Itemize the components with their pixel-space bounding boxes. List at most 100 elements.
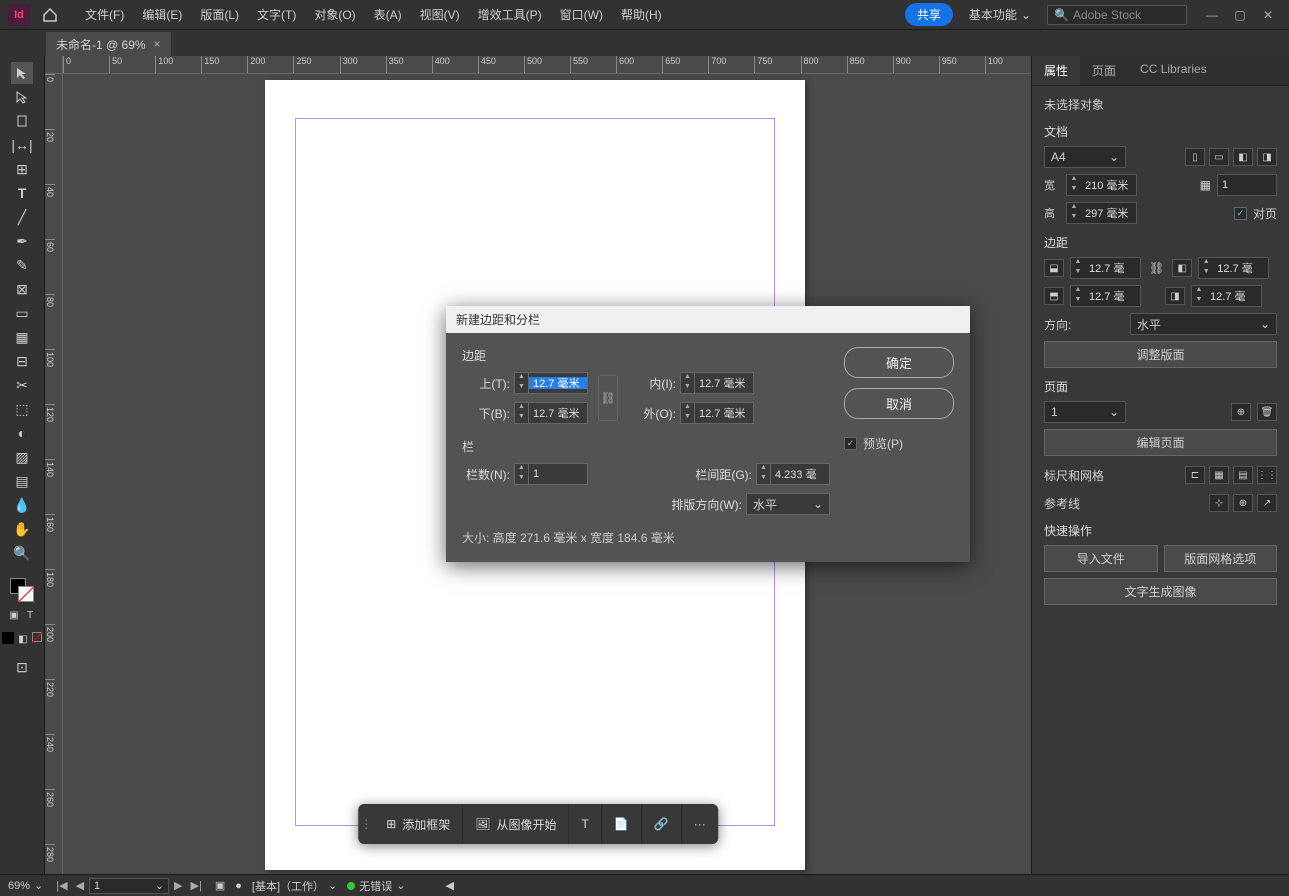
layer-indicator[interactable]: [基本]（工作）⌄	[252, 878, 337, 894]
menu-object[interactable]: 对象(O)	[305, 6, 364, 23]
gradient-swatch-tool[interactable]: ◐	[11, 422, 33, 444]
maximize-button[interactable]: ▢	[1231, 8, 1249, 22]
prev-page-button[interactable]: ◀	[73, 879, 87, 892]
first-page-button[interactable]: |◀	[53, 879, 70, 892]
share-button[interactable]: 共享	[905, 3, 953, 26]
search-input[interactable]: 🔍Adobe Stock	[1047, 5, 1187, 25]
import-file-button[interactable]: 导入文件	[1044, 545, 1158, 572]
page-tool[interactable]	[11, 110, 33, 132]
home-icon[interactable]	[42, 7, 62, 23]
gradient-feather-tool[interactable]: ▨	[11, 446, 33, 468]
link-margins-toggle[interactable]: ⛓	[598, 375, 618, 421]
tab-properties[interactable]: 属性	[1032, 56, 1080, 85]
scroll-left-icon[interactable]: ◀	[445, 879, 453, 892]
rectangle-frame-tool[interactable]: ⊠	[11, 278, 33, 300]
ok-button[interactable]: 确定	[844, 347, 954, 378]
page-ctx-button[interactable]: 📄	[602, 804, 642, 844]
document-tab[interactable]: 未命名-1 @ 69% ×	[46, 32, 171, 56]
comment-tool[interactable]: ⊟	[11, 350, 33, 372]
binding-right-icon[interactable]: ◨	[1257, 148, 1277, 166]
selection-tool[interactable]	[11, 62, 33, 84]
portrait-icon[interactable]: ▯	[1185, 148, 1205, 166]
new-page-icon[interactable]: ⊕	[1231, 403, 1251, 421]
formatting-text-icon[interactable]: T	[23, 608, 37, 622]
pages-count-input[interactable]	[1217, 174, 1277, 196]
screen-mode-tool[interactable]: ⊡	[11, 656, 33, 678]
dialog-margin-outside-input[interactable]: ▲▼	[680, 402, 754, 424]
dialog-margin-top-input[interactable]: ▲▼	[514, 372, 588, 394]
ruler-icon[interactable]: ⊏	[1185, 466, 1205, 484]
fill-stroke-swatch[interactable]	[10, 578, 34, 602]
lock-guides-icon[interactable]: ⊕	[1233, 494, 1253, 512]
dialog-direction-select[interactable]: 水平⌄	[746, 493, 830, 515]
zoom-select[interactable]: 69%⌄	[8, 879, 43, 892]
close-tab-icon[interactable]: ×	[154, 37, 161, 51]
margin-top-input[interactable]: ▲▼	[1070, 257, 1141, 279]
menu-window[interactable]: 窗口(W)	[551, 6, 612, 23]
rectangle-tool[interactable]: ▭	[11, 302, 33, 324]
next-page-button[interactable]: ▶	[171, 879, 185, 892]
workspace-selector[interactable]: 基本功能⌄	[965, 6, 1035, 23]
apply-gradient-icon[interactable]: ◧	[16, 632, 30, 646]
minimize-button[interactable]: —	[1203, 8, 1221, 22]
show-guides-icon[interactable]: ⊹	[1209, 494, 1229, 512]
ruler-horizontal[interactable]: 0501001502002503003504004505005506006507…	[63, 56, 1031, 74]
more-ctx-button[interactable]: ···	[682, 804, 718, 844]
last-page-button[interactable]: ▶|	[188, 879, 205, 892]
preflight-indicator[interactable]: 无错误⌄	[347, 878, 405, 894]
apply-none-icon[interactable]	[32, 632, 42, 642]
baseline-grid-icon[interactable]: ▤	[1233, 466, 1253, 484]
tab-pages[interactable]: 页面	[1080, 56, 1128, 85]
dialog-margin-bottom-input[interactable]: ▲▼	[514, 402, 588, 424]
facing-pages-checkbox[interactable]: ✓	[1234, 207, 1247, 220]
delete-page-icon[interactable]: 🗑	[1257, 403, 1277, 421]
menu-help[interactable]: 帮助(H)	[612, 6, 671, 23]
apply-color-icon[interactable]	[2, 632, 14, 644]
line-tool[interactable]: ╱	[11, 206, 33, 228]
toolbar-grip[interactable]: ⋮	[358, 817, 374, 831]
grid-icon[interactable]: ▦	[1209, 466, 1229, 484]
table-tool[interactable]: ▦	[11, 326, 33, 348]
binding-left-icon[interactable]: ◧	[1233, 148, 1253, 166]
dialog-gutter-input[interactable]: ▲▼	[756, 463, 830, 485]
document-grid-icon[interactable]: ⋮⋮	[1257, 466, 1277, 484]
cancel-button[interactable]: 取消	[844, 388, 954, 419]
margin-bottom-input[interactable]: ▲▼	[1070, 285, 1141, 307]
spread-icon[interactable]: ▣	[215, 879, 225, 892]
menu-file[interactable]: 文件(F)	[76, 6, 133, 23]
text-to-image-button[interactable]: 文字生成图像	[1044, 578, 1277, 605]
pen-tool[interactable]: ✒	[11, 230, 33, 252]
gap-tool[interactable]: |↔|	[11, 134, 33, 156]
link-margins-icon[interactable]: ⛓	[1147, 261, 1166, 275]
close-button[interactable]: ✕	[1259, 8, 1277, 22]
margin-outside-input[interactable]: ▲▼	[1191, 285, 1262, 307]
smart-guides-icon[interactable]: ↗	[1257, 494, 1277, 512]
ruler-origin[interactable]	[45, 56, 63, 74]
orientation-select[interactable]: 水平⌄	[1130, 313, 1277, 335]
margin-inside-input[interactable]: ▲▼	[1198, 257, 1269, 279]
adjust-layout-button[interactable]: 调整版面	[1044, 341, 1277, 368]
layout-grid-options-button[interactable]: 版面网格选项	[1164, 545, 1278, 572]
type-ctx-button[interactable]: T	[570, 804, 602, 844]
direct-selection-tool[interactable]	[11, 86, 33, 108]
hand-tool[interactable]: ✋	[11, 518, 33, 540]
page-input[interactable]: 1⌄	[89, 878, 169, 894]
tab-cc-libraries[interactable]: CC Libraries	[1128, 56, 1219, 85]
scissors-tool[interactable]: ✂	[11, 374, 33, 396]
preview-checkbox[interactable]: ✓	[844, 437, 857, 450]
menu-edit[interactable]: 编辑(E)	[133, 6, 191, 23]
note-tool[interactable]: ▤	[11, 470, 33, 492]
from-image-button[interactable]: 🖼从图像开始	[463, 804, 569, 844]
menu-view[interactable]: 视图(V)	[411, 6, 469, 23]
dialog-column-count-input[interactable]: ▲▼	[514, 463, 588, 485]
ruler-vertical[interactable]: 020406080100120140160180200220240260280	[45, 74, 63, 874]
pencil-tool[interactable]: ✎	[11, 254, 33, 276]
landscape-icon[interactable]: ▭	[1209, 148, 1229, 166]
page-size-select[interactable]: A4⌄	[1044, 146, 1126, 168]
menu-table[interactable]: 表(A)	[365, 6, 411, 23]
content-collector-tool[interactable]: ⊞	[11, 158, 33, 180]
type-tool[interactable]: T	[11, 182, 33, 204]
menu-type[interactable]: 文字(T)	[248, 6, 305, 23]
menu-layout[interactable]: 版面(L)	[191, 6, 248, 23]
add-frame-button[interactable]: ⊞添加框架	[374, 804, 463, 844]
